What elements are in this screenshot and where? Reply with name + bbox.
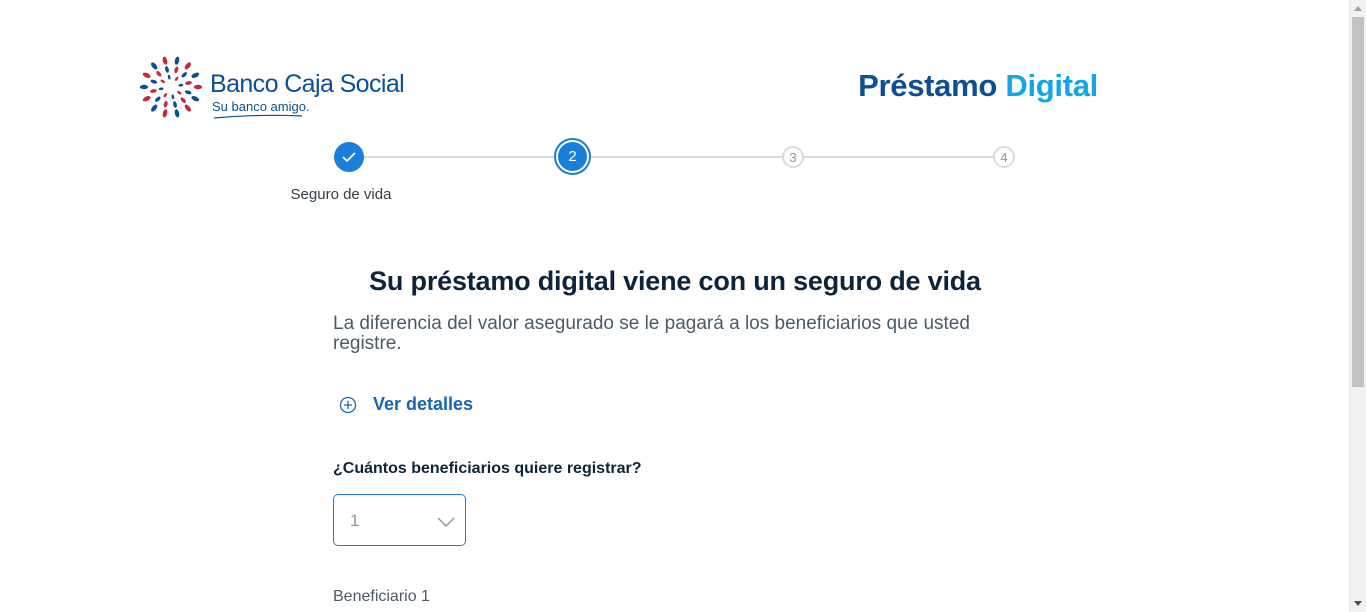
view-details-link[interactable]: Ver detalles: [338, 394, 473, 415]
stepper-line-2: [591, 156, 782, 158]
step-2-current: 2: [554, 138, 591, 175]
bank-logo[interactable]: Banco Caja Social Su banco amigo.: [138, 54, 405, 120]
logo-text: Banco Caja Social Su banco amigo.: [210, 70, 405, 120]
view-details-label: Ver detalles: [373, 394, 474, 414]
beneficiaries-count-select[interactable]: 1: [333, 494, 466, 546]
step-1-completed[interactable]: [334, 142, 364, 172]
sunburst-logo-icon: [139, 56, 203, 118]
scroll-down-arrow-icon[interactable]: [1350, 595, 1366, 612]
step-4-pending: 4: [993, 146, 1015, 168]
page-title: Su préstamo digital viene con un seguro …: [369, 266, 981, 296]
product-title-part2: Digital: [1005, 68, 1098, 103]
progress-stepper: 2 3 4: [333, 138, 1017, 178]
beneficiaries-question: ¿Cuántos beneficiarios quiere registrar?: [333, 460, 642, 477]
product-title: Préstamo Digital: [858, 68, 1098, 104]
beneficiaries-count-value: 1: [350, 511, 360, 530]
bank-tagline: Su banco amigo.: [212, 99, 310, 114]
product-title-part1: Préstamo: [858, 68, 998, 103]
stepper-line-3: [804, 156, 993, 158]
scroll-up-arrow-icon[interactable]: [1350, 0, 1366, 17]
beneficiary-1-heading: Beneficiario 1: [333, 588, 430, 605]
scrollbar-thumb[interactable]: [1352, 17, 1364, 387]
plus-circle-icon: [339, 396, 357, 413]
stepper-line-1: [364, 156, 554, 158]
current-step-label: Seguro de vida: [290, 186, 392, 203]
step-2-number: 2: [558, 142, 587, 171]
page-scrollbar[interactable]: [1349, 0, 1366, 612]
page-subtitle: La diferencia del valor asegurado se le …: [333, 313, 970, 354]
check-icon: [342, 152, 356, 162]
tagline-swoosh-icon: [213, 114, 303, 119]
bank-name: Banco Caja Social: [210, 70, 405, 98]
step-3-pending: 3: [782, 146, 804, 168]
page: Banco Caja Social Su banco amigo. Présta…: [0, 0, 1349, 612]
chevron-down-icon: [437, 517, 455, 527]
